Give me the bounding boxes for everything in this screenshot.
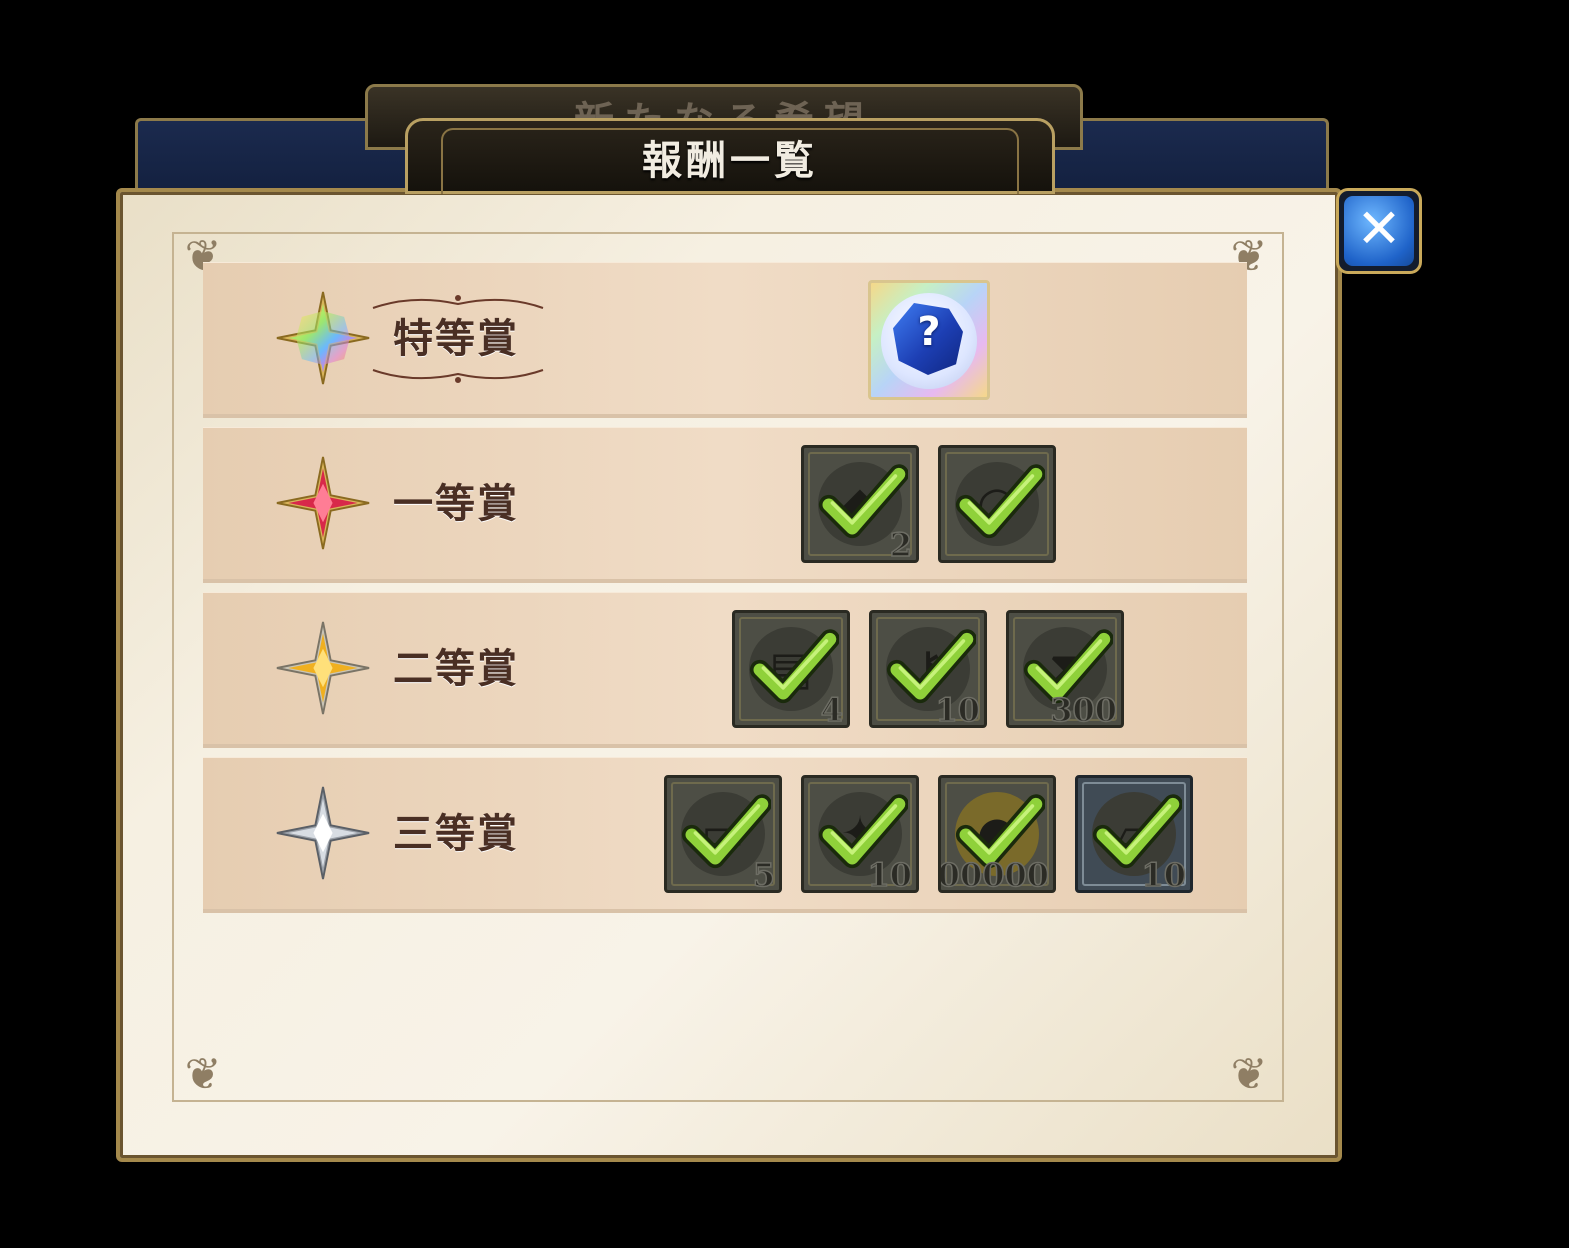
flourish-icon <box>372 369 544 383</box>
reward-tile[interactable]: ⧗ 300 <box>1006 610 1124 728</box>
close-button[interactable]: ✕ <box>1336 188 1422 274</box>
item-quantity: 5 <box>752 855 776 893</box>
reward-tile[interactable]: ✦ 10 <box>801 775 919 893</box>
reward-tile[interactable]: ◆ 2 <box>801 445 919 563</box>
corner-ornament-icon: ❦ <box>1230 1049 1268 1100</box>
gold-star-icon <box>276 621 370 715</box>
prize-label: 特等賞 <box>393 315 519 362</box>
item-quantity: 4 <box>820 690 844 728</box>
rainbow-star-icon <box>276 291 370 385</box>
dialog-title: 報酬一覧 <box>642 137 818 184</box>
reward-tile[interactable]: ▱ 10 <box>1075 775 1193 893</box>
item-quantity: 10 <box>935 690 981 728</box>
dialog-title-plate: 報酬一覧 <box>405 118 1055 194</box>
corner-ornament-icon: ❦ <box>184 1049 222 1100</box>
item-quantity: 10 <box>867 855 913 893</box>
reward-tile[interactable]: ●200000 <box>938 775 1056 893</box>
close-icon: ✕ <box>1356 197 1402 260</box>
item-quantity: 200000 <box>938 855 1050 893</box>
item-quantity: 300 <box>1049 690 1117 728</box>
reward-tile[interactable]: ▤ 4 <box>732 610 850 728</box>
item-quantity: 2 <box>889 525 913 563</box>
prize-row-special: 特等賞 <box>203 262 1247 414</box>
prize-label: 三等賞 <box>393 810 519 857</box>
red-star-icon <box>276 456 370 550</box>
reward-tile[interactable]: ○ <box>938 445 1056 563</box>
mystery-reward-tile[interactable]: ? <box>868 280 990 400</box>
silver-star-icon <box>276 786 370 880</box>
item-quantity: 10 <box>1141 855 1187 893</box>
prize-label: 二等賞 <box>393 645 519 692</box>
reward-tile[interactable]: ⚷ 10 <box>869 610 987 728</box>
reward-tile[interactable]: ▭ 5 <box>664 775 782 893</box>
prize-row-first: 一等賞 <box>203 427 1247 579</box>
prize-label: 一等賞 <box>393 480 519 527</box>
